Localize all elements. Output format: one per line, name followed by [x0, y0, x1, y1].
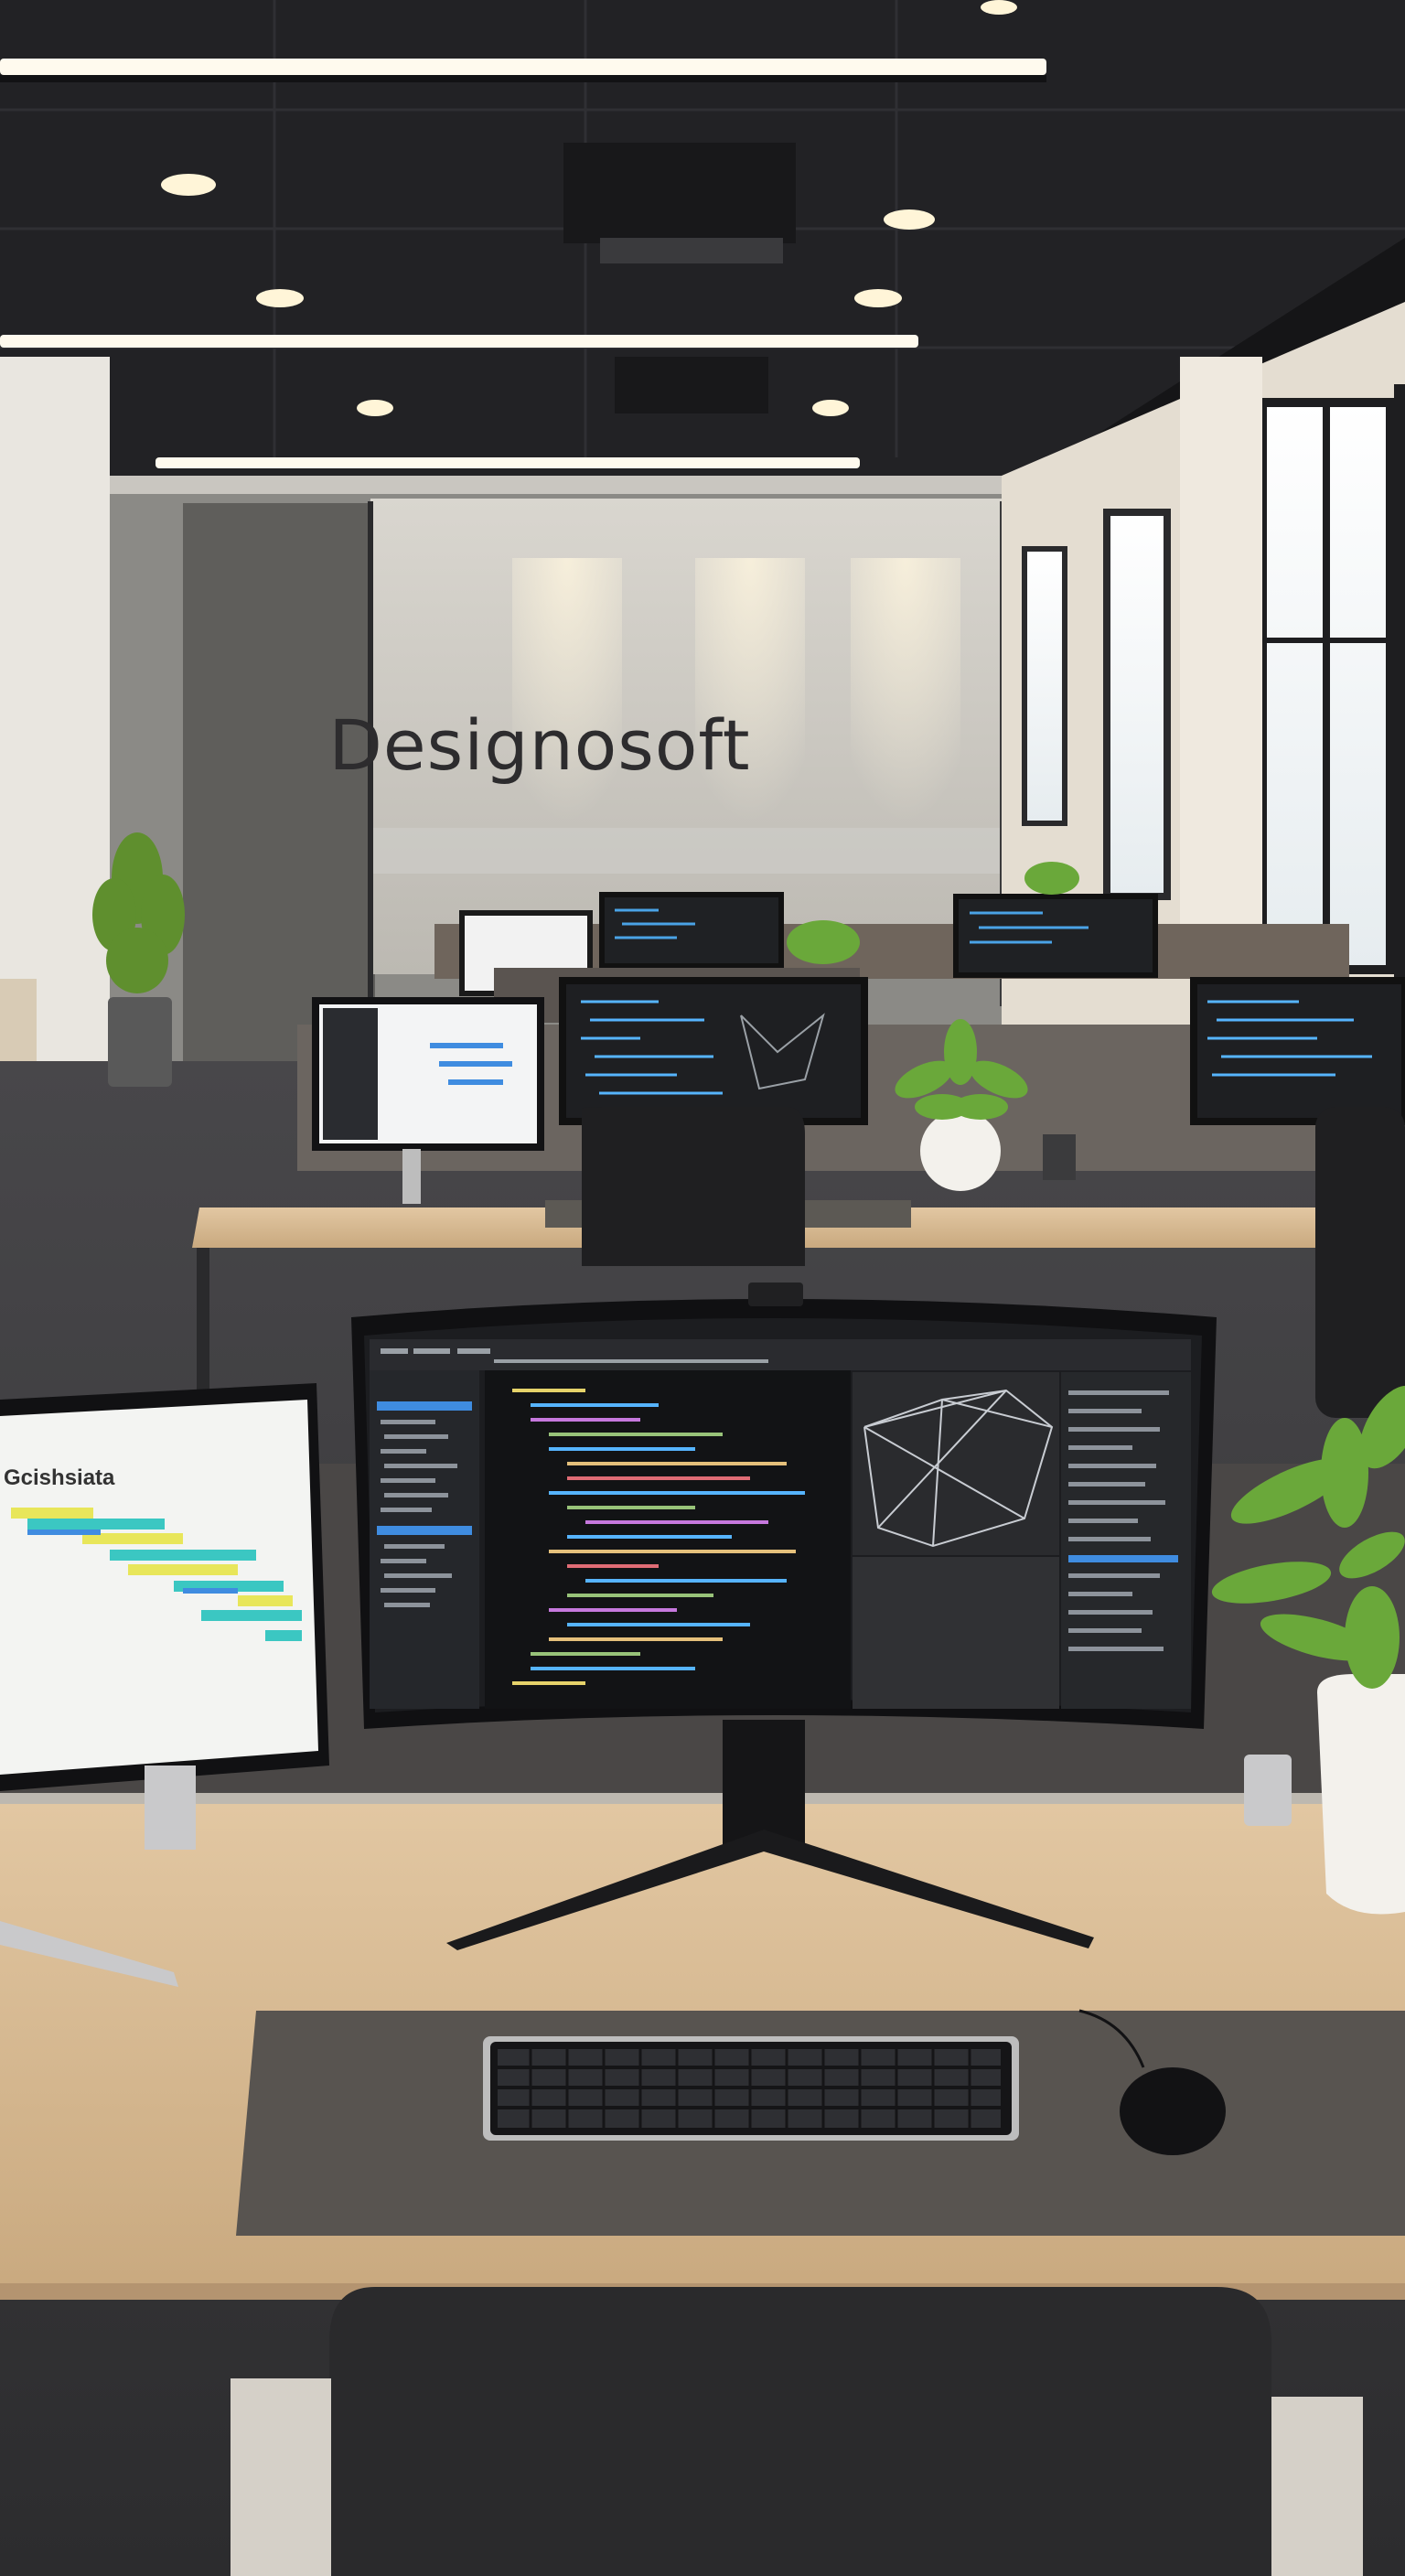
office-illustration [0, 0, 1405, 2576]
wall-sign-text: Designosoft [328, 704, 751, 786]
office-scene: Designosoft Gcishsiata [0, 0, 1405, 2576]
side-monitor-title: Gcishsiata [4, 1465, 115, 1490]
